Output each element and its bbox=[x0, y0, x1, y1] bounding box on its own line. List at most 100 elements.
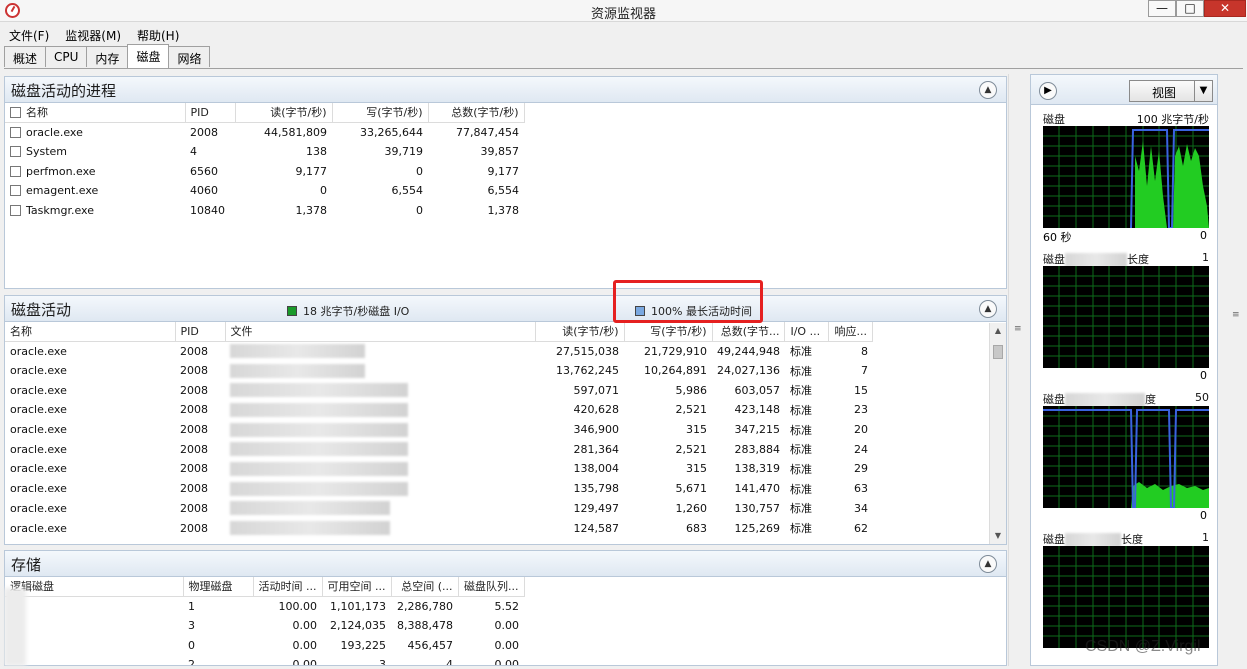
file-cell bbox=[225, 380, 535, 400]
column-header-pid[interactable]: PID bbox=[175, 322, 226, 342]
total-cell: 39,857 bbox=[480, 145, 520, 159]
row-checkbox[interactable] bbox=[10, 165, 21, 177]
table-row[interactable]: oracle.exe 2008 346,900 315 347,215 标准 20 bbox=[5, 420, 873, 440]
read-cell: 44,581,809 bbox=[264, 125, 327, 139]
process-name-cell: oracle.exe bbox=[10, 423, 67, 437]
column-header-io-priority[interactable]: I/O ... bbox=[784, 322, 830, 342]
column-header-total[interactable]: 总数(字节... bbox=[712, 322, 786, 342]
collapse-processes-button[interactable]: ▲ bbox=[979, 81, 997, 99]
graph-max-label: 1 bbox=[1202, 531, 1209, 544]
pid-cell: 2008 bbox=[180, 521, 208, 535]
collapse-disk-activity-button[interactable]: ▲ bbox=[979, 300, 997, 318]
free-space-cell: 1,101,173 bbox=[330, 599, 386, 613]
total-cell: 423,148 bbox=[734, 403, 780, 417]
select-all-checkbox[interactable] bbox=[10, 107, 21, 119]
table-row[interactable]: oracle.exe 2008 138,004 315 138,319 标准 29 bbox=[5, 459, 873, 479]
table-row[interactable]: oracle.exe 2008 27,515,038 21,729,910 49,244… bbox=[5, 341, 873, 361]
maximize-button[interactable]: □ bbox=[1176, 0, 1204, 17]
table-row[interactable]: oracle.exe 2008 13,762,245 10,264,891 24,027… bbox=[5, 361, 873, 381]
scroll-thumb[interactable] bbox=[993, 345, 1003, 359]
minimize-button[interactable]: — bbox=[1148, 0, 1176, 17]
logical-disk-cell bbox=[5, 616, 183, 636]
menu-help[interactable]: 帮助(H) bbox=[128, 24, 186, 44]
write-cell: 5,671 bbox=[675, 482, 708, 496]
tab-network[interactable]: 网络 bbox=[168, 46, 211, 67]
right-splitter-grip-icon[interactable]: ≡ bbox=[1232, 310, 1240, 320]
column-header-pid[interactable]: PID bbox=[185, 103, 236, 123]
splitter-grip-icon[interactable]: ≡ bbox=[1014, 324, 1022, 334]
file-cell bbox=[225, 341, 535, 361]
active-time-cell: 0.00 bbox=[292, 619, 318, 633]
column-header-read[interactable]: 读(字节/秒) bbox=[535, 322, 625, 342]
pane-splitter[interactable]: ≡ bbox=[1010, 74, 1028, 664]
column-header-total[interactable]: 总数(字节/秒) bbox=[428, 103, 525, 123]
column-header-read[interactable]: 读(字节/秒) bbox=[235, 103, 333, 123]
free-space-cell: 193,225 bbox=[340, 638, 387, 652]
active-time-cell: 0.00 bbox=[292, 638, 318, 652]
menu-file[interactable]: 文件(F) bbox=[0, 24, 56, 44]
scroll-up-arrow[interactable]: ▲ bbox=[990, 323, 1006, 339]
column-header-free-space[interactable]: 可用空间 ... bbox=[322, 577, 392, 597]
table-row[interactable]: emagent.exe 4060 0 6,554 6,554 bbox=[5, 181, 524, 201]
column-header-total-space[interactable]: 总空间 (... bbox=[391, 577, 459, 597]
column-header-disk-queue[interactable]: 磁盘队列... bbox=[458, 577, 525, 597]
column-header-file[interactable]: 文件 bbox=[225, 322, 536, 342]
disk-activity-panel-header[interactable]: 磁盘活动 18 兆字节/秒磁盘 I/O 100% 最长活动时间 ▲ bbox=[5, 296, 1006, 322]
table-row[interactable]: Taskmgr.exe 10840 1,378 0 1,378 bbox=[5, 201, 524, 221]
pid-cell: 2008 bbox=[180, 442, 208, 456]
total-space-cell: 4 bbox=[446, 658, 453, 666]
table-row[interactable]: oracle.exe 2008 129,497 1,260 130,757 标准 34 bbox=[5, 499, 873, 519]
row-checkbox[interactable] bbox=[10, 205, 21, 217]
chevron-down-icon[interactable]: ▼ bbox=[1194, 81, 1212, 101]
view-dropdown[interactable]: 视图 ▼ bbox=[1129, 80, 1213, 102]
column-header-name[interactable]: 名称 bbox=[5, 322, 176, 342]
table-row[interactable]: 1 100.00 1,101,173 2,286,780 5.52 bbox=[5, 596, 524, 616]
column-header-logical-disk[interactable]: 逻辑磁盘 bbox=[5, 577, 184, 597]
storage-panel-header[interactable]: 存储 ▲ bbox=[5, 551, 1006, 577]
disk-queue-length-graph bbox=[1043, 266, 1209, 368]
response-cell: 20 bbox=[853, 423, 868, 437]
tab-overview[interactable]: 概述 bbox=[4, 46, 47, 67]
table-row[interactable]: 3 0.00 2,124,035 8,388,478 0.00 bbox=[5, 616, 524, 636]
table-row[interactable]: oracle.exe 2008 135,798 5,671 141,470 标准 63 bbox=[5, 479, 873, 499]
write-cell: 0 bbox=[416, 164, 423, 178]
write-cell: 683 bbox=[686, 521, 707, 535]
table-row[interactable]: perfmon.exe 6560 9,177 0 9,177 bbox=[5, 161, 524, 181]
graph-title: 磁盘 bbox=[1043, 113, 1065, 126]
graph-title: 磁盘 长度 bbox=[1043, 253, 1149, 267]
table-row[interactable]: 2 0.00 3 4 0.00 bbox=[5, 655, 524, 666]
scroll-down-arrow[interactable]: ▼ bbox=[990, 528, 1006, 544]
column-header-name[interactable]: 名称 bbox=[5, 103, 186, 123]
tab-cpu[interactable]: CPU bbox=[45, 46, 88, 67]
redacted-disk-name bbox=[1065, 253, 1127, 267]
expand-pane-button[interactable]: ▶ bbox=[1039, 82, 1057, 100]
disk-activity-panel: 磁盘活动 18 兆字节/秒磁盘 I/O 100% 最长活动时间 ▲ 名称 PID… bbox=[4, 295, 1007, 545]
read-cell: 9,177 bbox=[295, 164, 328, 178]
table-row[interactable]: 0 0.00 193,225 456,457 0.00 bbox=[5, 635, 524, 655]
processes-table: 名称 PID 读(字节/秒) 写(字节/秒) 总数(字节/秒) oracle.e… bbox=[5, 103, 525, 220]
table-row[interactable]: oracle.exe 2008 420,628 2,521 423,148 标准 23 bbox=[5, 400, 873, 420]
table-row[interactable]: oracle.exe 2008 124,587 683 125,269 标准 62 bbox=[5, 518, 873, 538]
processes-panel-header[interactable]: 磁盘活动的进程 ▲ bbox=[5, 77, 1006, 103]
row-checkbox[interactable] bbox=[10, 185, 21, 197]
tab-disk[interactable]: 磁盘 bbox=[127, 44, 170, 68]
row-checkbox[interactable] bbox=[10, 146, 21, 158]
table-row[interactable]: System 4 138 39,719 39,857 bbox=[5, 142, 524, 162]
total-cell: 9,177 bbox=[487, 164, 520, 178]
table-row[interactable]: oracle.exe 2008 281,364 2,521 283,884 标准 24 bbox=[5, 439, 873, 459]
right-edge-splitter[interactable]: ≡ bbox=[1228, 74, 1247, 664]
column-header-write[interactable]: 写(字节/秒) bbox=[624, 322, 713, 342]
tab-memory[interactable]: 内存 bbox=[86, 46, 129, 67]
table-row[interactable]: oracle.exe 2008 44,581,809 33,265,644 77… bbox=[5, 122, 524, 142]
menu-monitor[interactable]: 监视器(M) bbox=[56, 24, 128, 44]
column-header-write[interactable]: 写(字节/秒) bbox=[332, 103, 429, 123]
column-header-physical-disk[interactable]: 物理磁盘 bbox=[183, 577, 254, 597]
column-header-active-time[interactable]: 活动时间 ... bbox=[253, 577, 323, 597]
disk-activity-scrollbar[interactable]: ▲ ▼ bbox=[989, 323, 1006, 544]
table-row[interactable]: oracle.exe 2008 597,071 5,986 603,057 标准 15 bbox=[5, 380, 873, 400]
collapse-storage-button[interactable]: ▲ bbox=[979, 555, 997, 573]
row-checkbox[interactable] bbox=[10, 126, 21, 138]
disk-activity-table: 名称 PID 文件 读(字节/秒) 写(字节/秒) 总数(字节... I/O .… bbox=[5, 322, 874, 538]
column-header-response[interactable]: 响应... bbox=[828, 322, 874, 342]
close-button[interactable]: ✕ bbox=[1204, 0, 1246, 17]
